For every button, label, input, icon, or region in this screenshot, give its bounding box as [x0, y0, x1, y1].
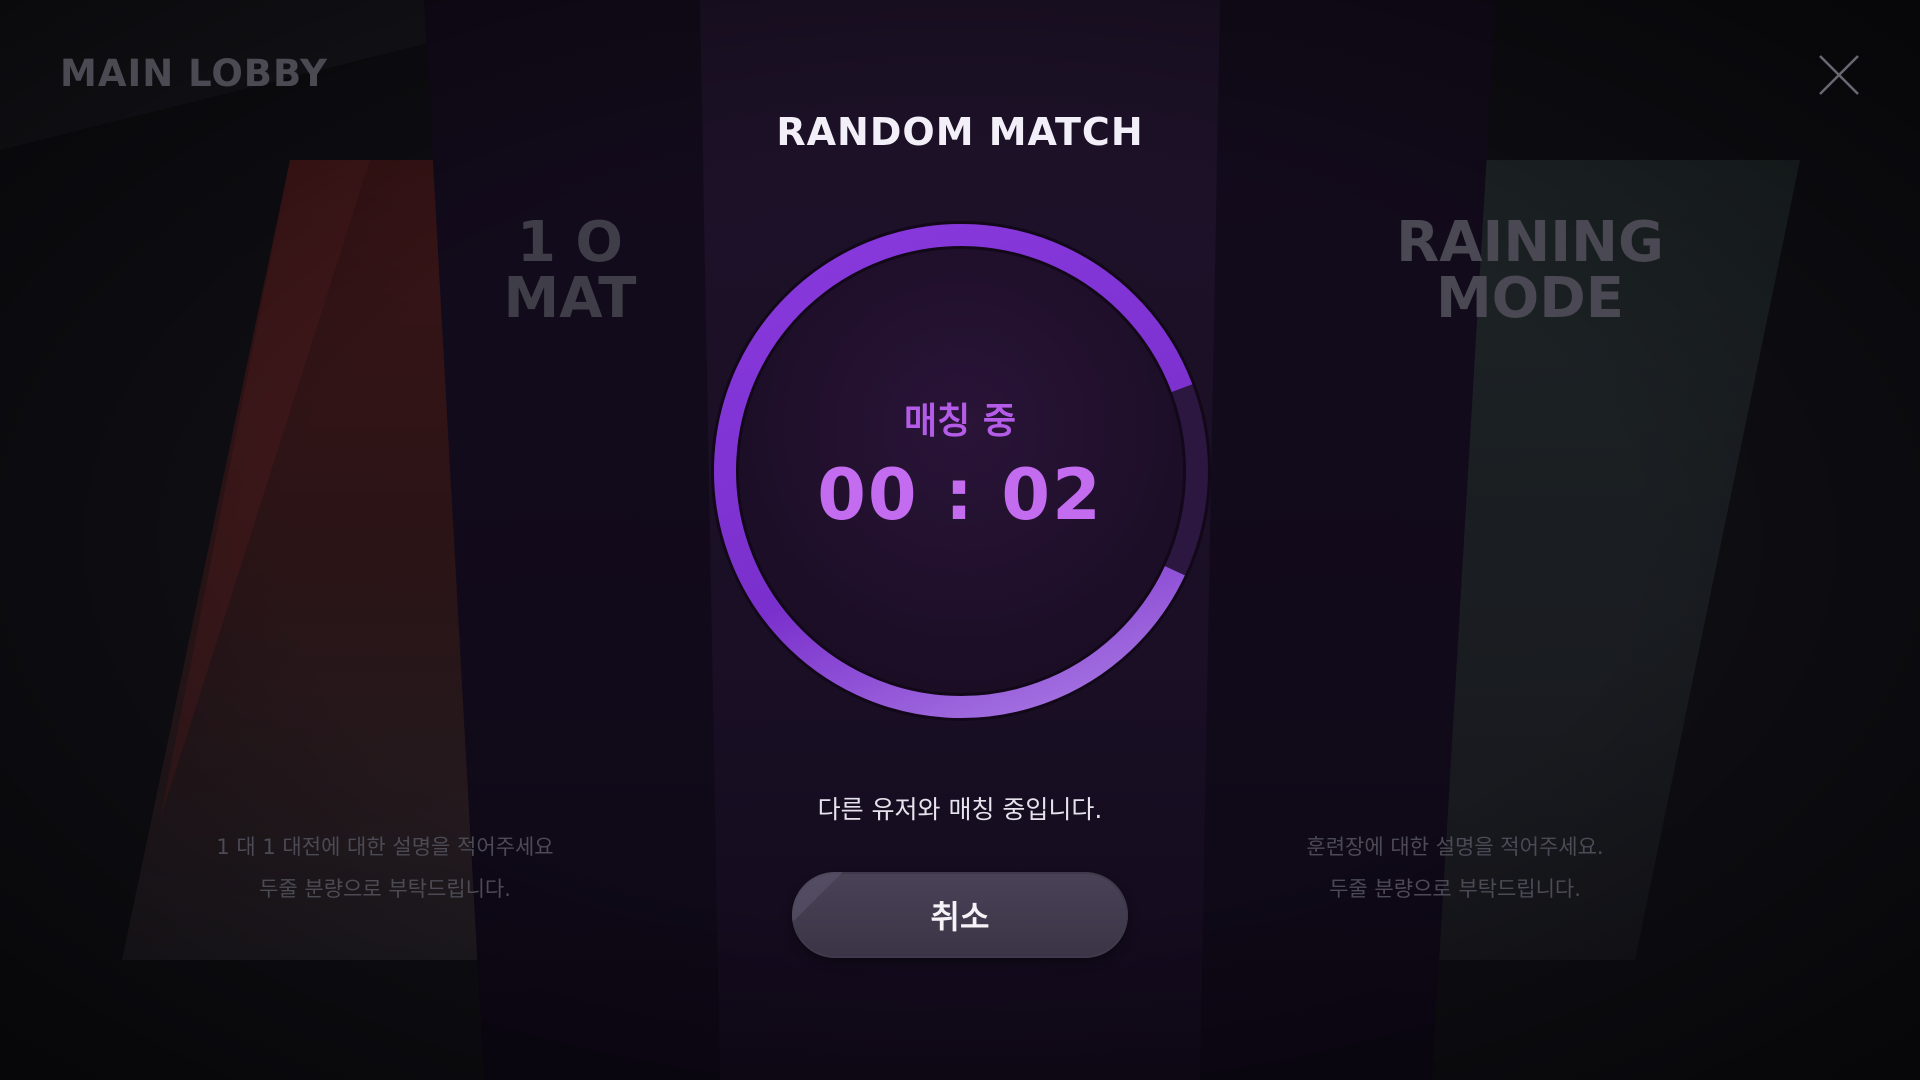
- mode-card-training-title: RAINING MODE: [1396, 210, 1664, 331]
- close-button[interactable]: [1816, 52, 1862, 98]
- matching-info-text: 다른 유저와 매칭 중입니다.: [817, 795, 1103, 824]
- matching-status-label: 매칭 중: [904, 401, 1016, 442]
- mode-card-1v1-title: 1 O MAT: [503, 210, 637, 331]
- close-icon: [1819, 55, 1859, 95]
- lobby-title: MAIN LOBBY: [60, 52, 328, 95]
- matching-timer: 00 : 02: [817, 454, 1103, 536]
- mode-card-1v1-description: 1 대 1 대전에 대한 설명을 적어주세요 두줄 분량으로 부탁드립니다.: [216, 835, 554, 901]
- cancel-button-label: 취소: [930, 898, 990, 936]
- modal-title: RANDOM MATCH: [776, 110, 1144, 154]
- mode-card-training-description: 훈련장에 대한 설명을 적어주세요. 두줄 분량으로 부탁드립니다.: [1306, 835, 1604, 901]
- cancel-button[interactable]: 취소: [792, 872, 1128, 958]
